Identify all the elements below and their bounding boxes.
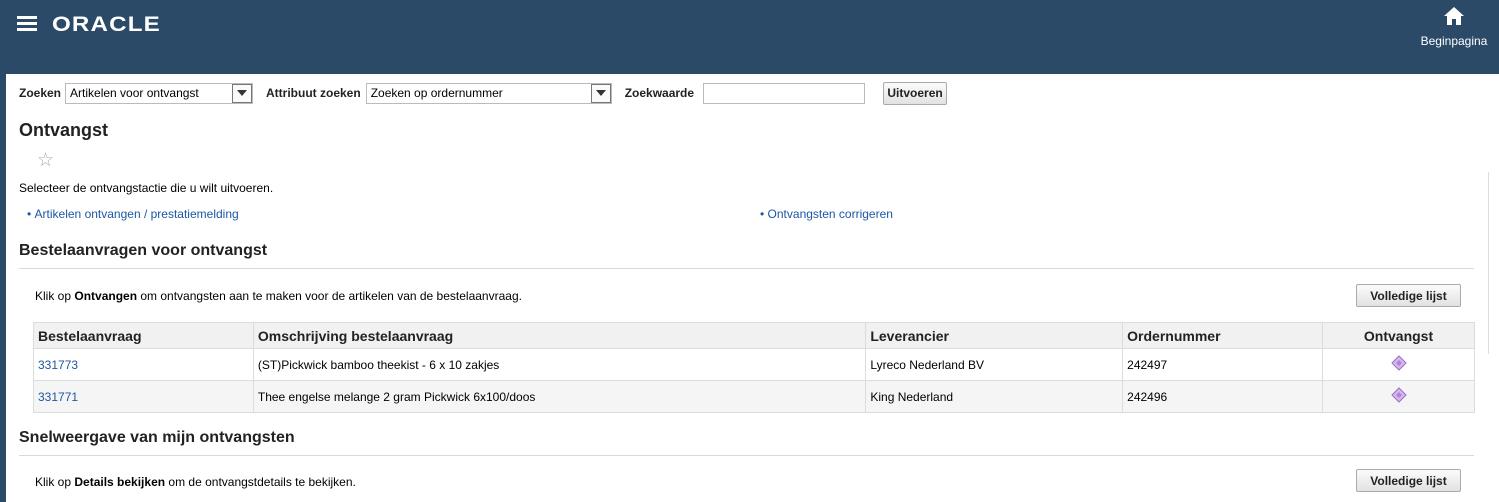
- search-type-value: Artikelen voor ontvangst: [70, 86, 199, 100]
- home-label: Beginpagina: [1420, 34, 1488, 48]
- hint-text: Klik op: [35, 475, 75, 489]
- receive-icon[interactable]: [1390, 355, 1407, 371]
- receive-cell: [1322, 380, 1475, 413]
- column-header[interactable]: Leverancier: [865, 322, 1124, 349]
- attribute-select[interactable]: Zoeken op ordernummer: [365, 82, 612, 104]
- link-receive-items[interactable]: • Artikelen ontvangen / prestatiemelding: [27, 207, 239, 221]
- attribute-value: Zoeken op ordernummer: [370, 86, 503, 100]
- receive-icon[interactable]: [1390, 387, 1407, 403]
- divider: [19, 268, 1474, 269]
- description-cell: (ST)Pickwick bamboo theekist - 6 x 10 za…: [252, 348, 867, 381]
- search-bar: Zoeken Artikelen voor ontvangst Attribuu…: [19, 81, 948, 105]
- search-value-label: Zoekwaarde: [624, 86, 695, 100]
- chevron-down-icon[interactable]: [232, 83, 253, 103]
- receipts-section-title: Snelweergave van mijn ontvangsten: [19, 429, 295, 446]
- execute-button[interactable]: Uitvoeren: [883, 81, 948, 105]
- link-receive-items-label: Artikelen ontvangen / prestatiemelding: [34, 207, 239, 221]
- full-list-button[interactable]: Volledige lijst: [1356, 284, 1461, 307]
- hint-text: Klik op: [35, 289, 75, 303]
- home-icon: [1444, 7, 1464, 25]
- column-header[interactable]: Bestelaanvraag: [33, 322, 254, 349]
- requisition-link[interactable]: 331773: [38, 358, 78, 372]
- table-header-row: Bestelaanvraag Omschrijving bestelaanvra…: [33, 322, 1475, 349]
- link-correct-receipts[interactable]: • Ontvangsten corrigeren: [760, 207, 893, 221]
- table-row: 331773 (ST)Pickwick bamboo theekist - 6 …: [33, 348, 1475, 381]
- hamburger-menu-icon[interactable]: [17, 16, 37, 32]
- favorite-star-icon[interactable]: ☆: [37, 151, 54, 170]
- link-correct-receipts-label: Ontvangsten corrigeren: [767, 207, 893, 221]
- column-header[interactable]: Omschrijving bestelaanvraag: [252, 322, 867, 349]
- hint-text: om ontvangsten aan te maken voor de arti…: [137, 289, 522, 303]
- scrollbar-strip[interactable]: [1488, 172, 1499, 354]
- requisition-link[interactable]: 331771: [38, 390, 78, 404]
- supplier-cell: Lyreco Nederland BV: [865, 348, 1124, 381]
- order-number-cell: 242497: [1122, 348, 1324, 381]
- attribute-search-label: Attribuut zoeken: [266, 86, 361, 100]
- receipts-hint: Klik op Details bekijken om de ontvangst…: [35, 475, 356, 489]
- search-label: Zoeken: [19, 86, 62, 100]
- hint-text: om de ontvangstdetails te bekijken.: [165, 475, 356, 489]
- search-type-select[interactable]: Artikelen voor ontvangst: [65, 82, 254, 104]
- top-bar: ORACLE Beginpagina: [0, 0, 1499, 74]
- table-row: 331771 Thee engelse melange 2 gram Pickw…: [33, 380, 1475, 413]
- left-accent-bar: [0, 74, 6, 502]
- order-number-cell: 242496: [1122, 380, 1324, 413]
- instruction-text: Selecteer de ontvangstactie die u wilt u…: [19, 181, 274, 195]
- chevron-down-icon[interactable]: [590, 83, 611, 103]
- requisitions-table: Bestelaanvraag Omschrijving bestelaanvra…: [33, 322, 1475, 413]
- column-header[interactable]: Ordernummer: [1122, 322, 1324, 349]
- page-title: Ontvangst: [19, 120, 109, 140]
- description-cell: Thee engelse melange 2 gram Pickwick 6x1…: [252, 380, 867, 413]
- search-value-input[interactable]: [703, 82, 866, 104]
- oracle-logo: ORACLE: [52, 13, 161, 36]
- column-header: Ontvangst: [1322, 322, 1475, 349]
- bullet-icon: •: [760, 207, 768, 221]
- full-list-button[interactable]: Volledige lijst: [1356, 469, 1461, 492]
- divider: [19, 455, 1474, 456]
- requisitions-hint: Klik op Ontvangen om ontvangsten aan te …: [35, 289, 522, 303]
- receive-cell: [1322, 348, 1475, 381]
- bullet-icon: •: [27, 207, 35, 221]
- home-button[interactable]: Beginpagina: [1409, 3, 1499, 48]
- hint-bold: Ontvangen: [74, 289, 138, 303]
- supplier-cell: King Nederland: [865, 380, 1124, 413]
- requisitions-section-title: Bestelaanvragen voor ontvangst: [19, 242, 268, 259]
- hint-bold: Details bekijken: [74, 475, 166, 489]
